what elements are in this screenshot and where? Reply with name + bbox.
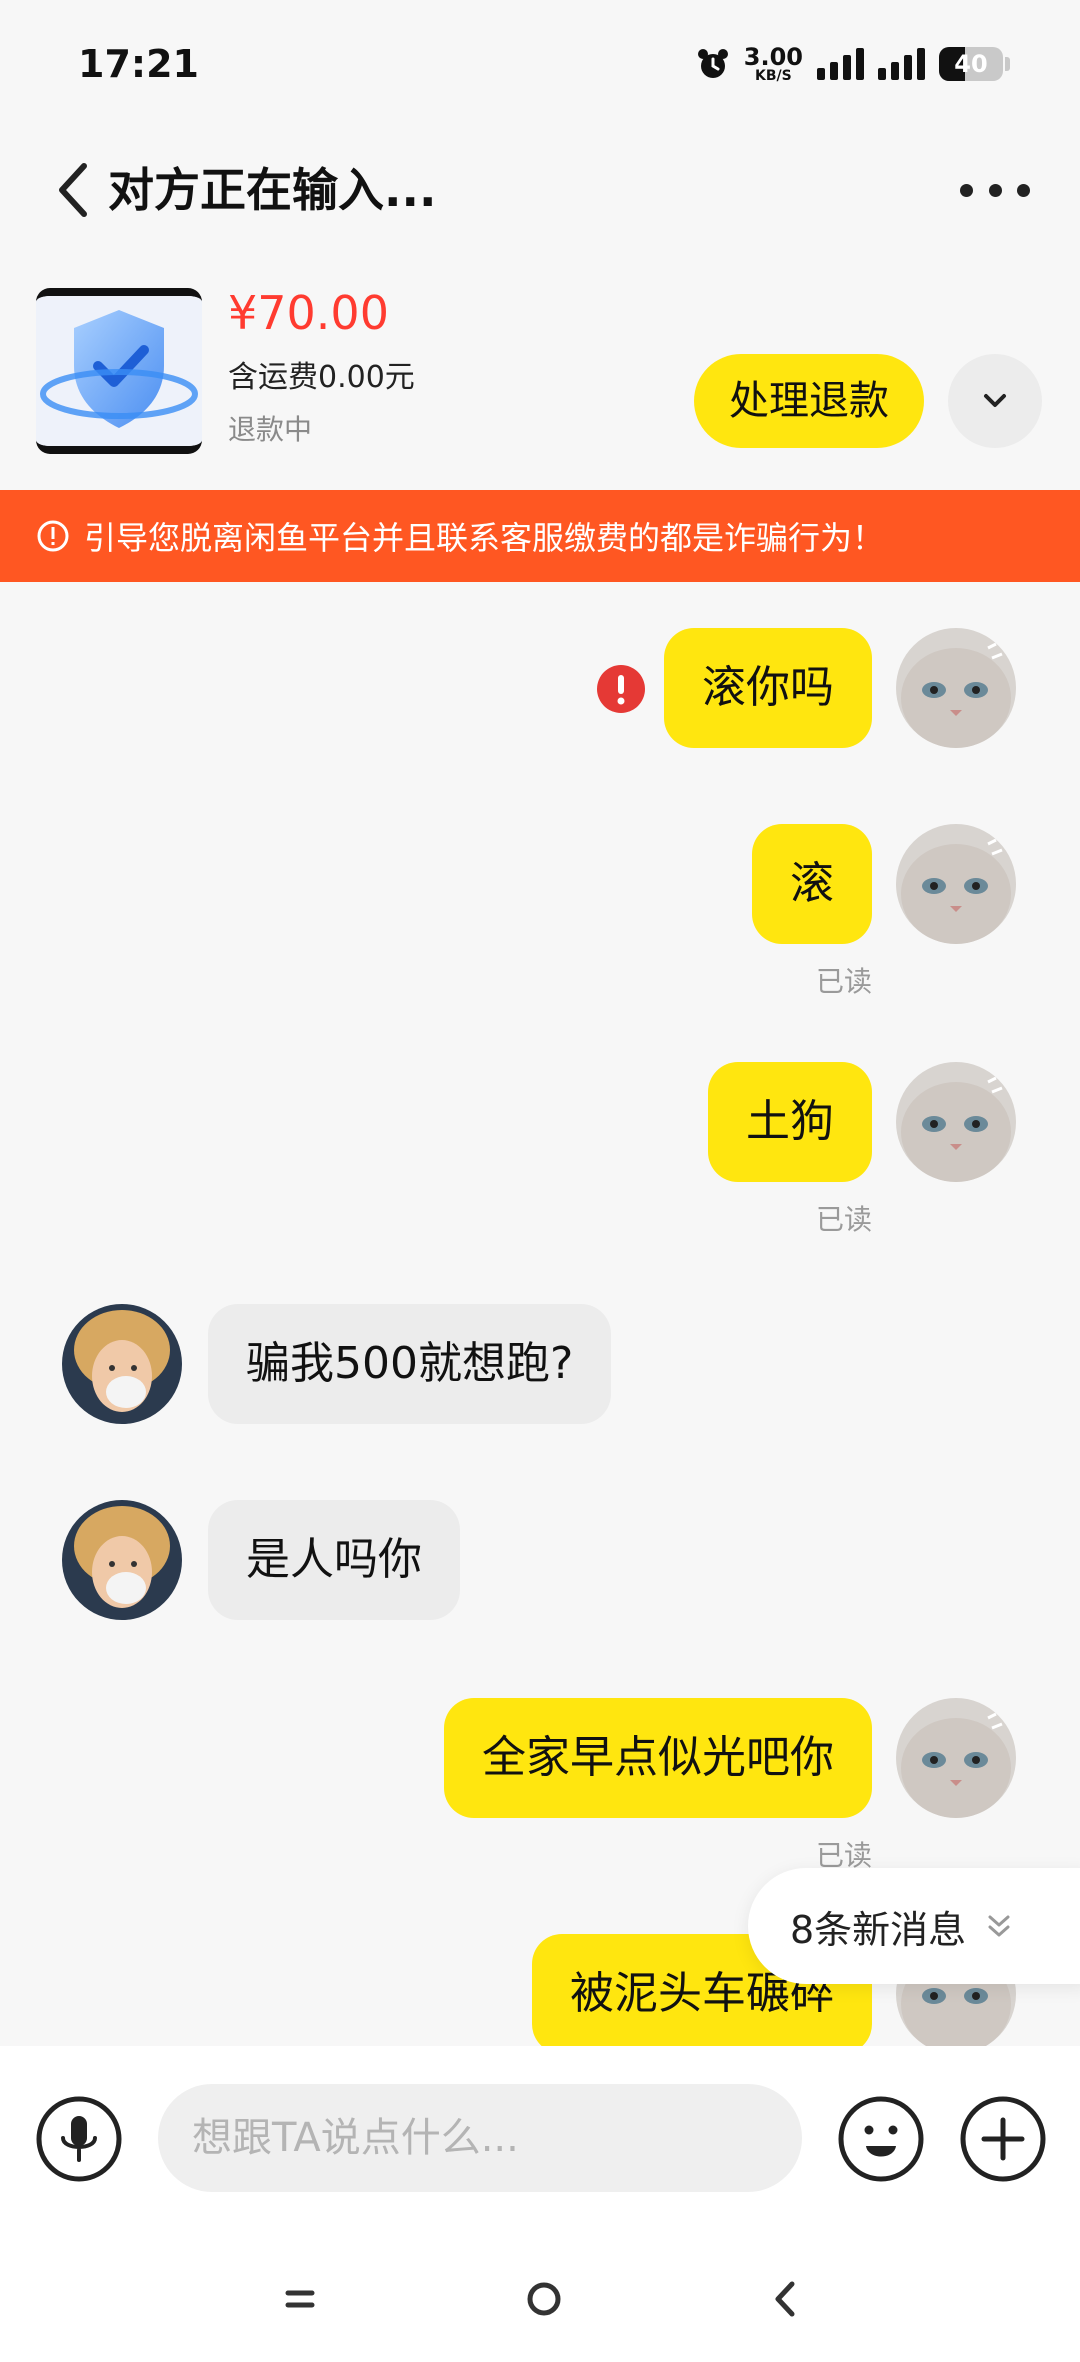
fraud-warning-banner: 引导您脱离闲鱼平台并且联系客服缴费的都是诈骗行为！ — [0, 490, 1080, 582]
cat-avatar-image — [896, 824, 1016, 944]
warning-text: 引导您脱离闲鱼平台并且联系客服缴费的都是诈骗行为！ — [84, 519, 885, 557]
avatar[interactable] — [896, 628, 1016, 748]
network-speed: 3.00 KB/S — [744, 45, 803, 83]
battery-tip — [1005, 57, 1010, 71]
product-card[interactable]: ¥70.00 含运费0.00元 退款中 处理退款 — [0, 270, 1080, 470]
avatar[interactable] — [62, 1304, 182, 1424]
back-icon[interactable] — [756, 2274, 816, 2324]
send-failed-icon[interactable] — [596, 664, 646, 714]
battery-level: 40 — [954, 50, 988, 78]
network-speed-value: 3.00 — [743, 43, 803, 71]
signal-icon-2 — [878, 48, 925, 80]
input-bar — [0, 2046, 1080, 2236]
cat-avatar-image — [896, 1062, 1016, 1182]
message-bubble[interactable]: 滚你吗 — [664, 628, 872, 748]
new-messages-button[interactable]: 8条新消息 — [748, 1868, 1080, 1984]
status-bar: 17:21 3.00 KB/S 40 — [0, 0, 1080, 130]
message-input[interactable] — [158, 2084, 802, 2192]
page-title: 对方正在输入... — [108, 163, 437, 217]
chevron-down-icon — [984, 394, 1006, 407]
product-price: ¥70.00 — [228, 286, 389, 340]
status-time: 17:21 — [78, 42, 199, 86]
battery-icon: 40 — [939, 47, 1003, 81]
menu-icon[interactable] — [270, 2274, 330, 2324]
read-receipt: 已读 — [815, 1203, 872, 1236]
cat-avatar-image — [896, 1698, 1016, 1818]
user-avatar-image — [62, 1304, 182, 1424]
more-options-icon[interactable] — [960, 170, 1030, 210]
new-messages-text: 8条新消息 — [790, 1907, 967, 1952]
read-receipt: 已读 — [815, 965, 872, 998]
avatar[interactable] — [896, 1062, 1016, 1182]
expand-button[interactable] — [948, 354, 1042, 448]
alarm-icon — [697, 49, 728, 78]
product-thumbnail[interactable] — [36, 288, 202, 454]
avatar[interactable] — [896, 1698, 1016, 1818]
back-arrow-icon[interactable] — [50, 158, 100, 222]
home-icon[interactable] — [514, 2274, 574, 2324]
shield-check-icon — [36, 296, 202, 446]
message-bubble[interactable]: 土狗 — [708, 1062, 872, 1182]
chat-header: 对方正在输入... — [0, 140, 1080, 240]
message-bubble[interactable]: 骗我500就想跑? — [208, 1304, 612, 1424]
warning-icon — [37, 520, 69, 552]
status-icons: 3.00 KB/S 40 — [696, 44, 1010, 84]
message-bubble[interactable]: 全家早点似光吧你 — [444, 1698, 872, 1818]
microphone-icon[interactable] — [36, 2096, 122, 2182]
product-status: 退款中 — [228, 413, 313, 446]
network-speed-unit: KB/S — [755, 68, 792, 84]
add-icon[interactable] — [960, 2096, 1046, 2182]
message-bubble[interactable]: 是人吗你 — [208, 1500, 460, 1620]
avatar[interactable] — [62, 1500, 182, 1620]
signal-icon — [817, 48, 864, 80]
cat-avatar-image — [896, 628, 1016, 748]
message-bubble[interactable]: 滚 — [752, 824, 872, 944]
avatar[interactable] — [896, 824, 1016, 944]
product-shipping: 含运费0.00元 — [228, 360, 415, 395]
double-chevron-down-icon — [988, 1915, 1010, 1937]
system-nav-bar — [0, 2236, 1080, 2362]
user-avatar-image — [62, 1500, 182, 1620]
handle-refund-button[interactable]: 处理退款 — [694, 354, 924, 448]
emoji-icon[interactable] — [838, 2096, 924, 2182]
